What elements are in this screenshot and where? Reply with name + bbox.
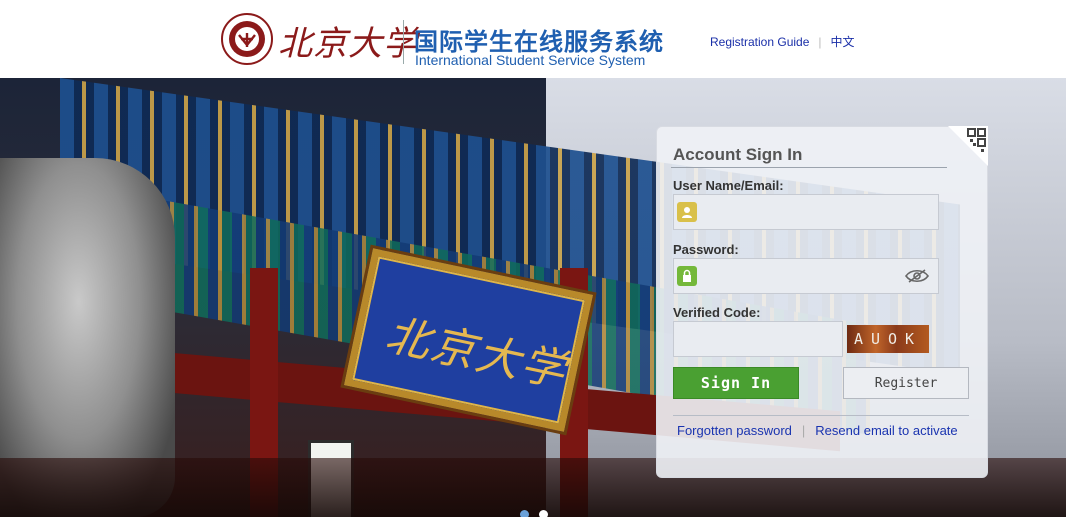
username-input[interactable] (697, 195, 938, 229)
captcha-image[interactable]: AUOK (847, 325, 929, 353)
user-icon (677, 202, 697, 222)
sign-in-button[interactable]: Sign In (673, 367, 799, 399)
verified-code-input[interactable] (674, 322, 842, 356)
password-label: Password: (673, 242, 739, 257)
chinese-language-link[interactable]: 中文 (831, 33, 855, 50)
slideshow-dots (520, 510, 548, 517)
register-button[interactable]: Register (843, 367, 969, 399)
logo-divider (403, 20, 404, 64)
username-field (673, 194, 939, 230)
resend-activation-link[interactable]: Resend email to activate (815, 423, 957, 438)
title-divider (671, 167, 947, 168)
login-title: Account Sign In (673, 145, 803, 164)
slide-dot[interactable] (539, 510, 548, 517)
plaque-inscription: 北京大学 (381, 309, 572, 398)
login-panel: Account Sign In User Name/Email: Passwor… (656, 126, 988, 478)
registration-guide-link[interactable]: Registration Guide (710, 35, 809, 49)
eye-icon[interactable] (904, 266, 930, 286)
header-links: Registration Guide | 中文 (710, 33, 855, 50)
verified-code-field (673, 321, 843, 357)
username-label: User Name/Email: (673, 178, 784, 193)
password-input[interactable] (697, 259, 904, 293)
qr-code-icon[interactable] (948, 126, 988, 166)
lock-icon (677, 266, 697, 286)
verified-code-label: Verified Code: (673, 305, 761, 320)
forgot-password-link[interactable]: Forgotten password (677, 423, 792, 438)
header-link-separator: | (818, 34, 822, 49)
site-header: 北京大学 国际学生在线服务系统 International Student Se… (0, 0, 1066, 78)
slide-dot[interactable] (520, 510, 529, 517)
system-title-en: International Student Service System (415, 52, 646, 68)
link-separator: | (801, 423, 806, 438)
university-name-script: 北京大学 (278, 24, 418, 64)
university-seal-icon (221, 13, 273, 65)
account-links: Forgotten password | Resend email to act… (677, 423, 958, 438)
bottom-divider (673, 415, 969, 416)
password-field (673, 258, 939, 294)
